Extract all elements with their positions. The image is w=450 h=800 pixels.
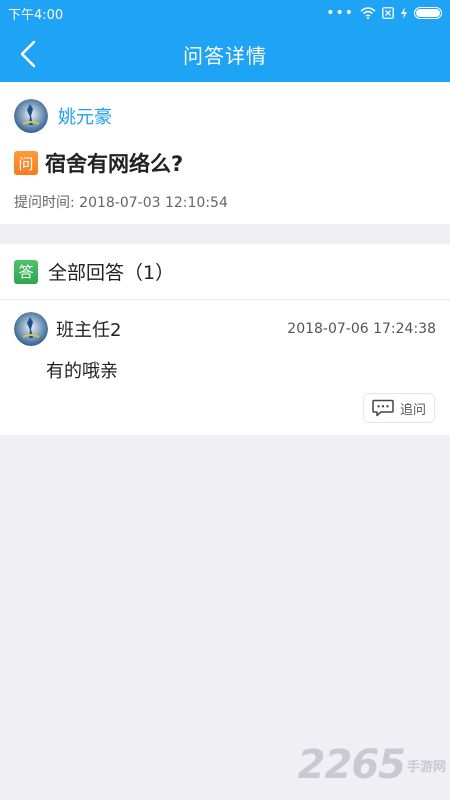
answerer-name[interactable]: 班主任2 <box>56 316 287 342</box>
top-bar: 下午4:00 ••• 问答详情 <box>0 0 450 82</box>
ask-time: 提问时间: 2018-07-03 12:10:54 <box>14 195 228 211</box>
asker-avatar[interactable] <box>14 99 48 133</box>
watermark: 2265 手游网 <box>298 742 446 788</box>
followup-label: 追问 <box>399 402 426 418</box>
status-icons: ••• <box>326 6 442 20</box>
answer-top-row: 班主任2 2018-07-06 17:24:38 <box>14 312 436 346</box>
question-card: 姚元豪 问 宿舍有网络么? 提问时间: 2018-07-03 12:10:54 <box>0 82 450 224</box>
answers-title: 全部回答（1） <box>48 262 175 284</box>
answer-item: 班主任2 2018-07-06 17:24:38 有的哦亲 追问 <box>0 300 450 435</box>
watermark-text: 手游网 <box>406 759 446 775</box>
chevron-left-icon <box>20 40 36 68</box>
answer-badge: 答 <box>14 259 38 284</box>
watermark-number: 2265 <box>297 742 406 788</box>
question-row: 问 宿舍有网络么? <box>14 148 436 178</box>
status-time: 下午4:00 <box>8 7 64 23</box>
nav-bar: 问答详情 <box>0 26 450 82</box>
answerer-avatar[interactable] <box>14 312 48 346</box>
more-dots-icon: ••• <box>326 5 354 21</box>
answer-text: 有的哦亲 <box>46 361 118 382</box>
asker-row: 姚元豪 <box>14 96 436 136</box>
answers-header: 答 全部回答（1） <box>0 244 450 300</box>
status-bar: 下午4:00 ••• <box>0 0 450 26</box>
followup-button[interactable]: 追问 <box>362 393 435 423</box>
answers-card: 答 全部回答（1） 班主任2 2018-07-06 17:24:38 有的哦亲 … <box>0 244 450 435</box>
back-button[interactable] <box>10 34 46 74</box>
question-text: 宿舍有网络么? <box>45 152 184 176</box>
answer-time: 2018-07-06 17:24:38 <box>287 321 436 337</box>
question-badge: 问 <box>14 151 38 175</box>
sim-card-icon <box>382 7 394 19</box>
charging-icon <box>401 7 407 19</box>
battery-icon <box>414 7 442 19</box>
page-title: 问答详情 <box>183 43 267 68</box>
comment-icon <box>372 399 394 417</box>
wifi-icon <box>360 7 376 19</box>
asker-name[interactable]: 姚元豪 <box>58 103 112 129</box>
